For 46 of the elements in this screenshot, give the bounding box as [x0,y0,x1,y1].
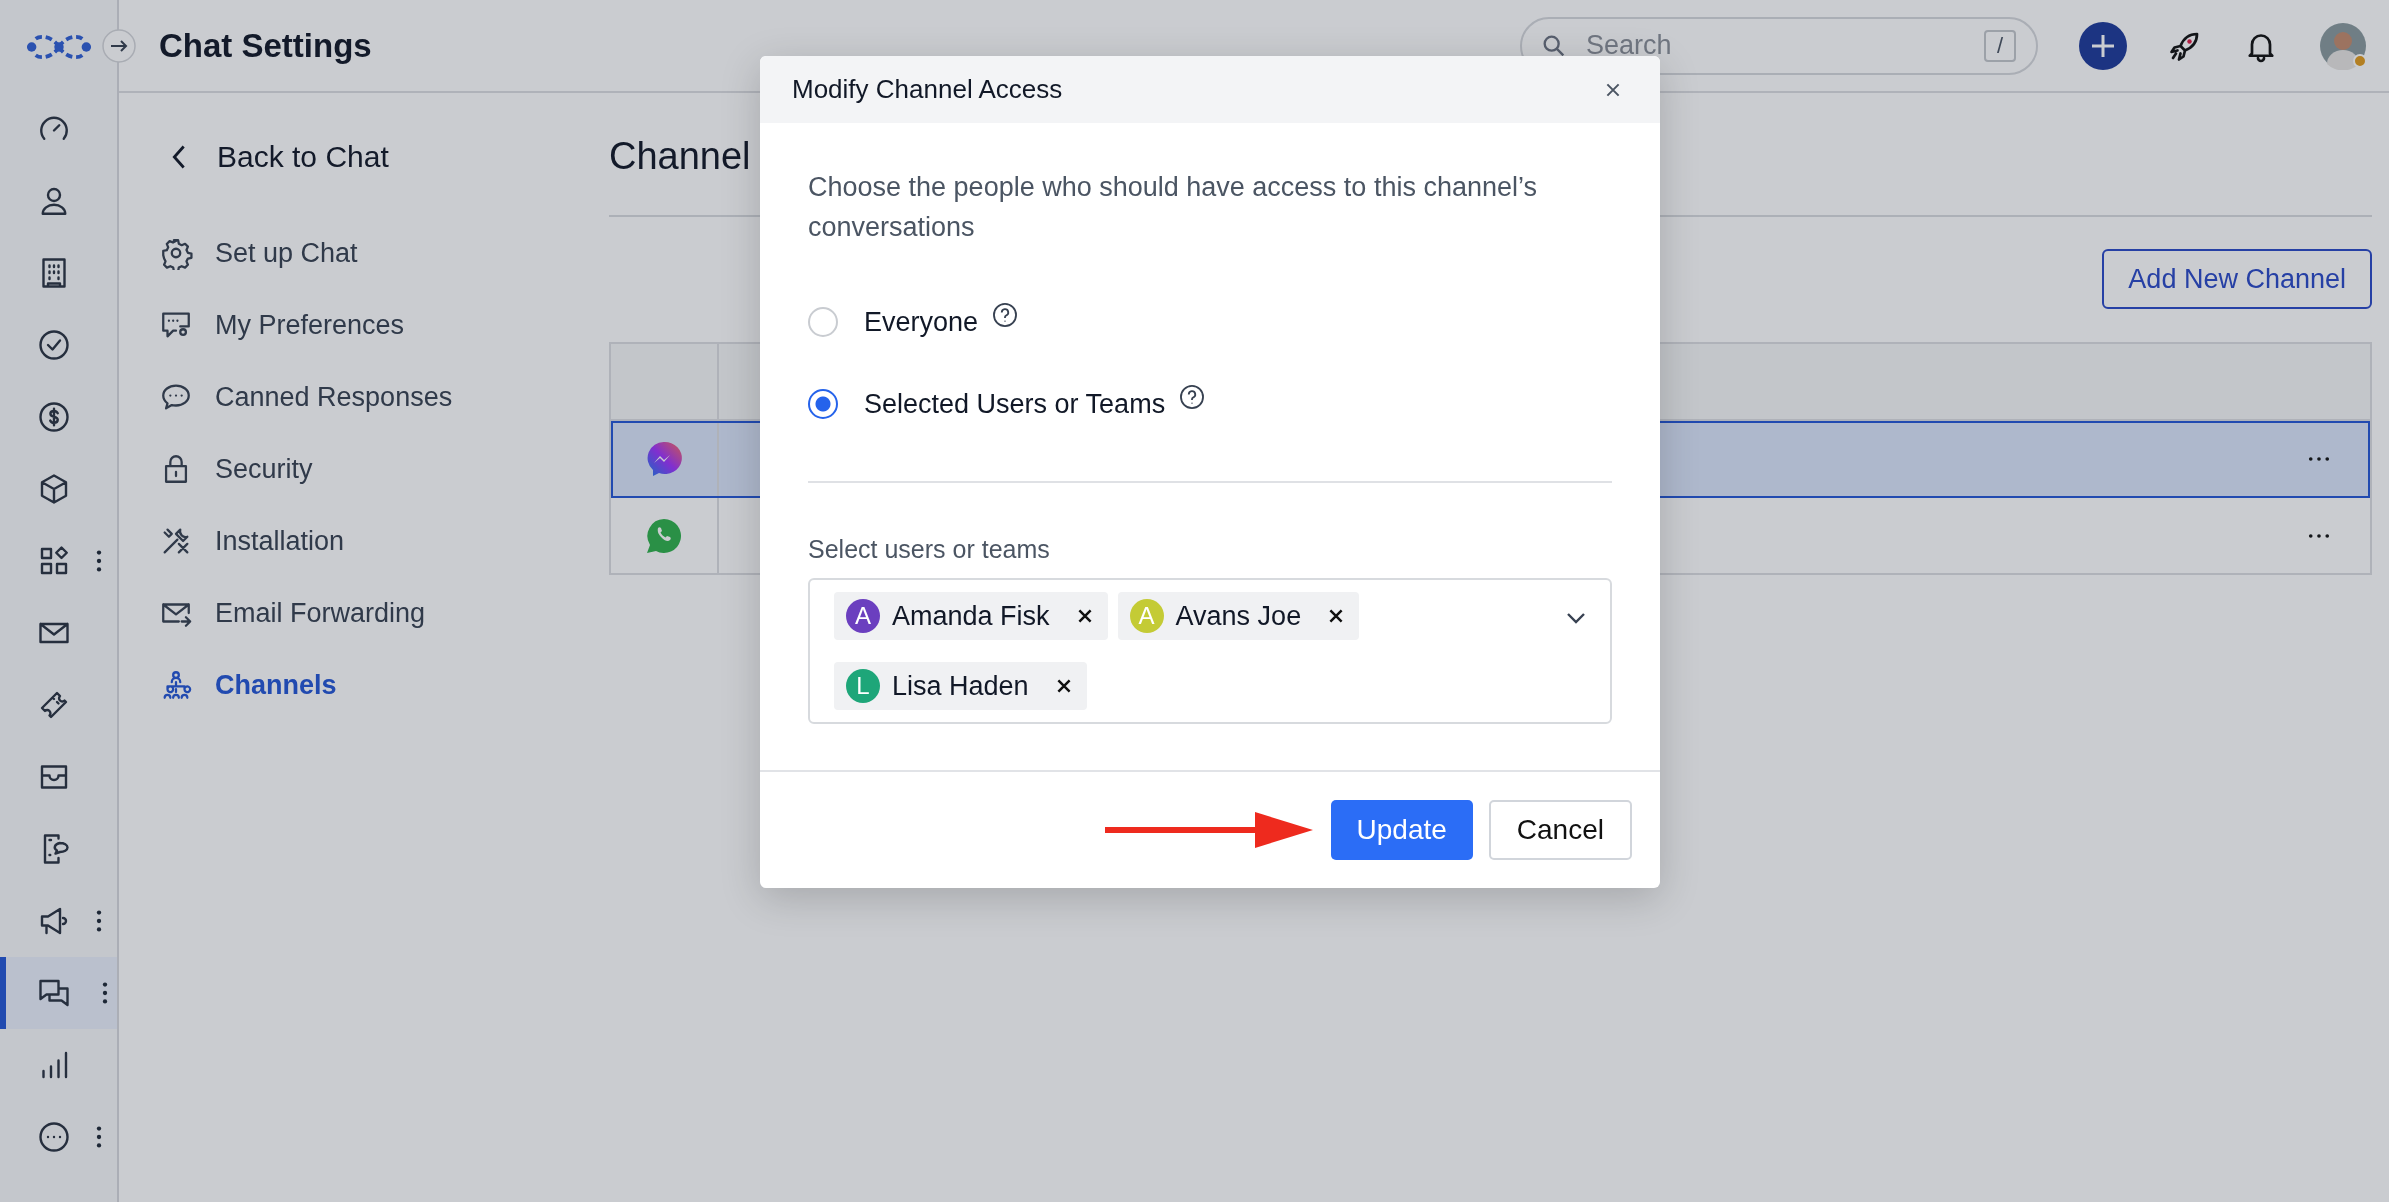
help-icon[interactable] [992,302,1019,328]
settings-nav-item[interactable]: Canned Responses [159,361,453,433]
option-label: Everyone [864,306,979,338]
cancel-button[interactable]: Cancel [1488,800,1632,860]
chip-label: Amanda Fisk [892,600,1050,632]
settings-nav-item[interactable]: Set up Chat [159,217,358,289]
kebab-icon[interactable] [96,549,102,573]
avatar-icon[interactable] [2319,21,2367,70]
radio-button[interactable] [808,389,838,419]
nav-label: Channels [215,669,337,701]
chip-label: Avans Joe [1175,600,1302,632]
user-select-field[interactable]: A Amanda Fisk A Avans Joe L Lisa Haden [808,578,1612,724]
rail-item[interactable] [0,957,117,1029]
page-title: Chat Settings [159,26,373,65]
more-icon[interactable] [2308,455,2330,462]
settings-nav-item[interactable]: Email Forwarding [159,577,426,649]
dialog-title: Modify Channel Access [792,74,1063,105]
update-button[interactable]: Update [1330,800,1473,860]
chevron-down-icon[interactable] [1566,612,1586,624]
initial-avatar: A [1129,599,1164,633]
kebab-icon[interactable] [96,1125,102,1149]
initial-avatar: A [846,599,880,633]
more-icon[interactable] [2308,532,2330,539]
add-channel-button[interactable]: Add New Channel [2102,249,2372,309]
option-label: Selected Users or Teams [864,388,1166,420]
kebab-icon[interactable] [96,909,102,933]
nav-label: Set up Chat [215,237,358,269]
initial-avatar: L [846,669,880,703]
add-icon[interactable] [2079,21,2127,70]
nav-label: Installation [215,525,345,557]
nav-label: Email Forwarding [215,597,426,629]
nav-label: My Preferences [215,309,405,341]
back-link[interactable]: Back to Chat [159,121,389,193]
chip-label: Lisa Haden [892,670,1029,702]
settings-nav-item[interactable]: Installation [159,505,345,577]
chevron-left-icon [171,143,187,171]
gear-icon [159,236,193,270]
shortcut-key: / [1984,29,2016,62]
nav-label: Canned Responses [215,381,453,413]
settings-nav-item[interactable]: Channels [159,649,337,721]
nav-label: Security [215,453,313,485]
settings-nav-item[interactable]: My Preferences [159,289,405,361]
settings-nav-item[interactable]: Security [159,433,313,505]
field-label: Select users or teams [808,535,1051,564]
help-icon[interactable] [1179,384,1206,410]
kebab-icon[interactable] [102,981,108,1005]
